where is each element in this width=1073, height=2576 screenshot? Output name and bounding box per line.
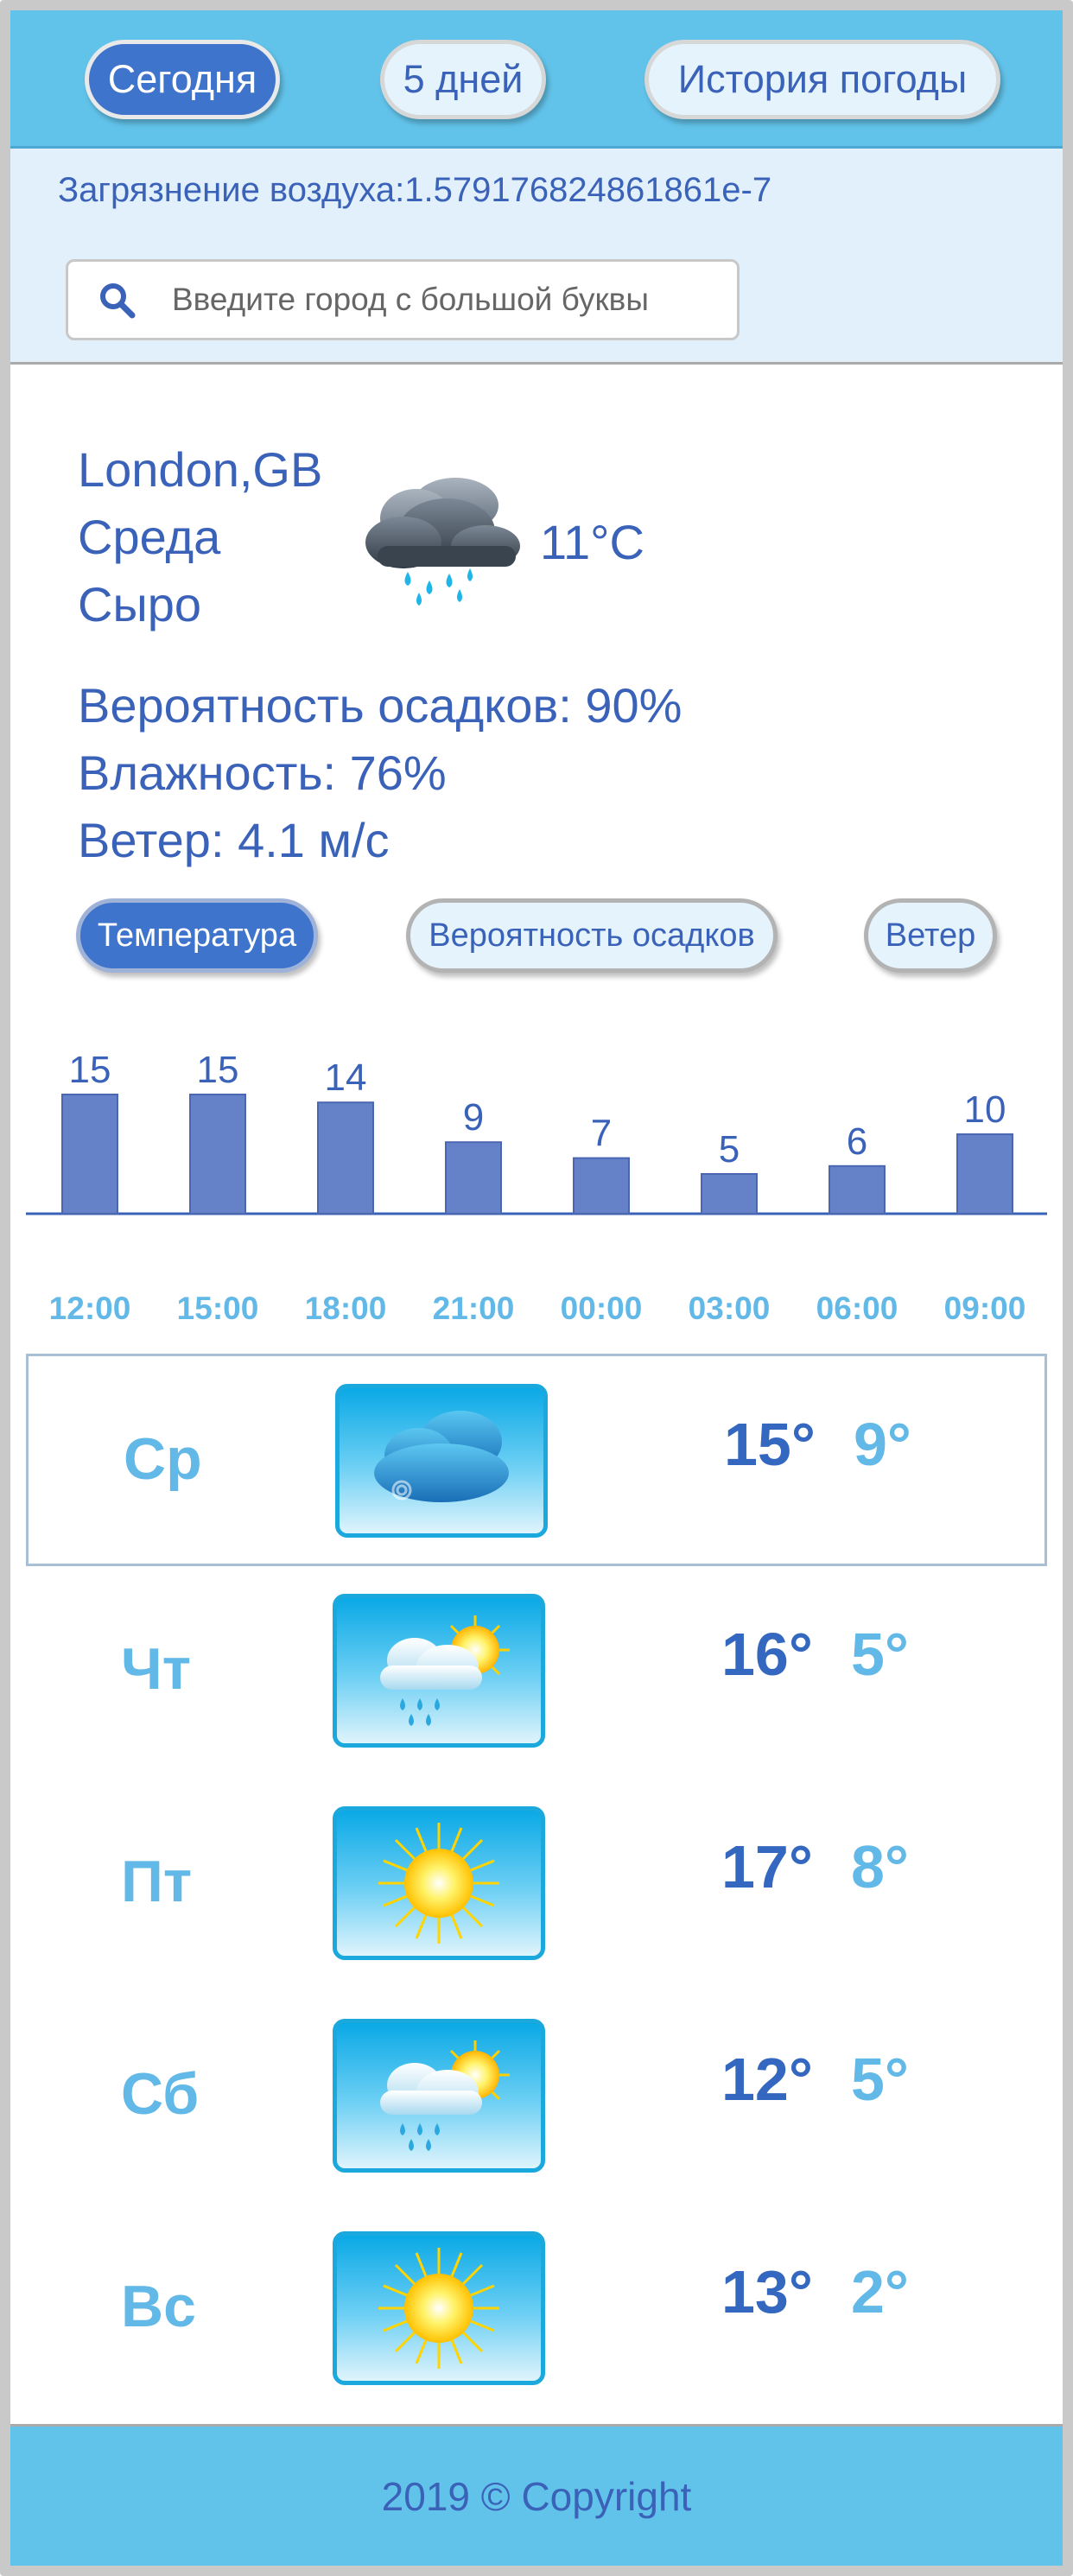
chart-tick-label: 09:00 <box>944 1291 1026 1326</box>
forecast-day-row[interactable]: Пт 17° 8° <box>26 1779 1047 1991</box>
city-name: London,GB <box>78 442 323 497</box>
chart-tick-label: 03:00 <box>689 1291 771 1326</box>
chart-bar <box>317 1101 374 1215</box>
info-bar: Загрязнение воздуха:1.579176824861861e-7 <box>10 149 1063 365</box>
chart-data-label: 14 <box>325 1056 367 1099</box>
chart-data-label: 5 <box>719 1128 740 1171</box>
chart-data-label: 7 <box>591 1113 612 1155</box>
top-nav: Сегодня 5 дней История погоды <box>10 10 1063 149</box>
search-box[interactable] <box>66 259 740 340</box>
chart-bar <box>573 1157 630 1215</box>
chart-bar <box>829 1164 886 1215</box>
forecast-high-temp: 16° <box>721 1621 813 1688</box>
forecast-day-name: Ср <box>124 1426 202 1492</box>
weather-description: Сыро <box>78 577 201 631</box>
forecast-low-temp: 9° <box>854 1411 911 1478</box>
forecast-high-temp: 17° <box>721 1833 813 1900</box>
forecast-day-name: Пт <box>121 1849 193 1914</box>
search-icon[interactable] <box>98 281 137 320</box>
chart-data-label: 9 <box>463 1096 484 1139</box>
sun-icon <box>333 2231 545 2385</box>
chart-data-label: 15 <box>69 1049 111 1091</box>
chart-tick-label: 00:00 <box>561 1291 643 1326</box>
tab-precipitation[interactable]: Вероятность осадков <box>406 898 778 973</box>
copyright-text: 2019 © Copyright <box>381 2473 692 2519</box>
sun-cloud-rain-icon <box>333 1594 545 1748</box>
forecast-day-name: Вс <box>121 2274 196 2339</box>
forecast-high-temp: 15° <box>724 1411 816 1478</box>
forecast-high-temp: 12° <box>721 2046 813 2113</box>
precipitation-probability: Вероятность осадков: 90% <box>78 678 683 733</box>
forecast-low-temp: 8° <box>851 1833 909 1900</box>
city-search-input[interactable] <box>172 274 725 326</box>
chart-tick-label: 18:00 <box>305 1291 387 1326</box>
sun-cloud-rain-icon <box>333 2019 545 2173</box>
chart-bar <box>445 1141 502 1215</box>
wind-speed: Ветер: 4.1 м/с <box>78 813 390 867</box>
chart-tick-label: 12:00 <box>49 1291 131 1326</box>
weekday: Среда <box>78 510 221 564</box>
forecast-low-temp: 2° <box>851 2258 909 2325</box>
cloud-icon <box>335 1384 548 1538</box>
history-button[interactable]: История погоды <box>644 40 1000 119</box>
chart-tick-label: 06:00 <box>816 1291 898 1326</box>
tab-temperature[interactable]: Температура <box>76 898 318 973</box>
current-location-block: London,GB Среда Сыро <box>78 436 322 638</box>
sun-icon <box>333 1806 545 1960</box>
forecast-day-name: Сб <box>121 2061 200 2127</box>
forecast-day-row[interactable]: Сб 12° 5° <box>26 1991 1047 2204</box>
forecast-day-row[interactable]: Вс 13° 2° <box>26 2204 1047 2416</box>
weather-details: Вероятность осадков: 90% Влажность: 76% … <box>78 672 682 874</box>
five-days-button[interactable]: 5 дней <box>380 40 546 119</box>
forecast-high-temp: 13° <box>721 2258 813 2325</box>
forecast-list: Ср 15° 9° Чт 16° 5° Пт 17° 8° Сб 12° 5° … <box>26 1354 1047 2416</box>
hourly-temperature-chart: 15 12:00 15 15:00 14 18:00 9 21:00 7 00:00 5 03:00 6… <box>26 1049 1047 1326</box>
tab-wind[interactable]: Ветер <box>864 898 997 973</box>
forecast-day-row[interactable]: Ср 15° 9° <box>26 1354 1047 1566</box>
forecast-day-name: Чт <box>121 1636 192 1702</box>
air-pollution-text: Загрязнение воздуха:1.579176824861861e-7 <box>58 171 772 209</box>
rain-cloud-icon <box>365 478 520 606</box>
forecast-low-temp: 5° <box>851 2046 909 2113</box>
chart-data-label: 6 <box>847 1120 867 1163</box>
current-temperature: 11°C <box>540 515 644 569</box>
today-button[interactable]: Сегодня <box>85 40 280 119</box>
chart-data-label: 15 <box>197 1049 239 1091</box>
chart-bar <box>956 1133 1013 1215</box>
chart-bar <box>61 1094 118 1215</box>
humidity: Влажность: 76% <box>78 746 447 800</box>
chart-bar <box>189 1094 246 1215</box>
footer: 2019 © Copyright <box>10 2424 1063 2566</box>
forecast-day-row[interactable]: Чт 16° 5° <box>26 1566 1047 1779</box>
chart-data-label: 10 <box>964 1088 1006 1131</box>
forecast-low-temp: 5° <box>851 1621 909 1688</box>
chart-tick-label: 15:00 <box>177 1291 259 1326</box>
chart-tick-label: 21:00 <box>433 1291 515 1326</box>
chart-bar <box>701 1173 758 1215</box>
